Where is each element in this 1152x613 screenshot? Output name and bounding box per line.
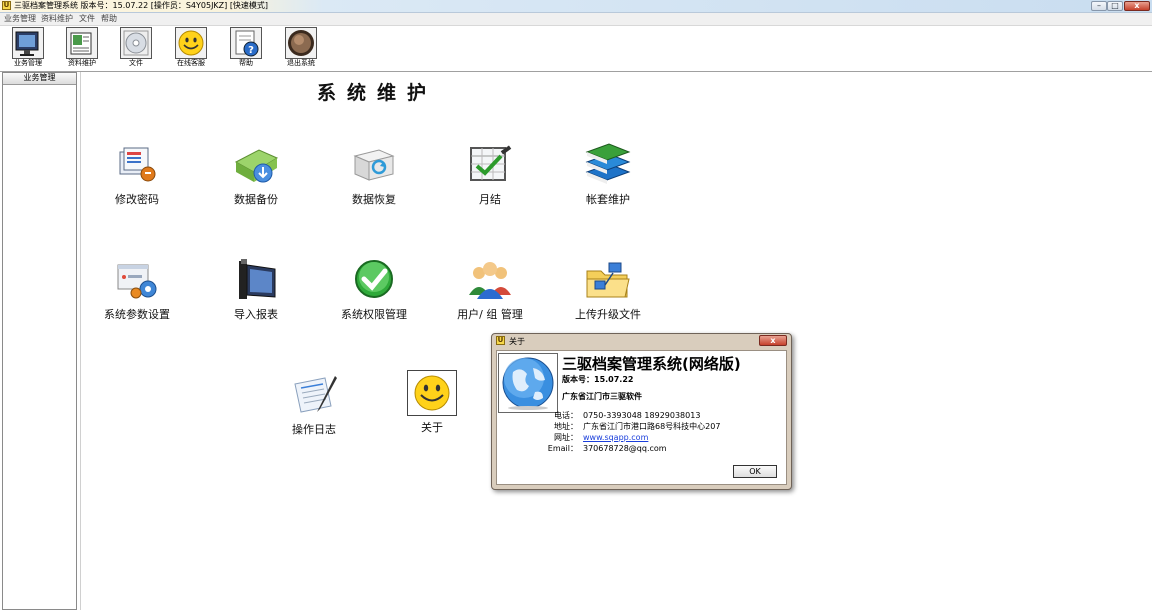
feature-permission-management[interactable]: 系统权限管理: [324, 257, 424, 322]
toolbar-label: 资料维护: [68, 59, 96, 67]
dialog-app-icon: U: [496, 336, 505, 345]
sidebar: 业务管理: [2, 72, 77, 610]
feature-label: 修改密码: [115, 193, 159, 206]
toolbar-label: 在线客服: [177, 59, 205, 67]
version-text: 版本号：15.07.22: [562, 375, 634, 384]
info-label: Email：: [547, 444, 578, 453]
info-value: 370678728@qq.com: [583, 444, 667, 453]
feature-month-end[interactable]: 月结: [440, 142, 540, 207]
feature-account-books[interactable]: 帐套维护: [558, 142, 658, 207]
menu-bar: 业务管理 资料维护 文件 帮助: [0, 13, 1152, 26]
feature-label: 月结: [479, 193, 501, 206]
permission-check-icon: [349, 257, 399, 303]
menu-item-help[interactable]: 帮助: [101, 13, 117, 25]
toolbar-help-button[interactable]: ? 帮助: [226, 27, 266, 70]
feature-label: 数据恢复: [352, 193, 396, 206]
product-name: 三驱档案管理系统(网络版): [562, 355, 741, 373]
window-title: 三驱档案管理系统 版本号：15.07.22 [操作员：S4Y05JKZ] [快速…: [14, 1, 269, 10]
toolbar-label: 业务管理: [14, 59, 42, 67]
sidebar-header-business[interactable]: 业务管理: [3, 73, 76, 85]
toolbar-exit-button[interactable]: 退出系统: [281, 27, 321, 70]
info-value: 广东省江门市港口路68号科技中心207: [583, 422, 721, 431]
window-titlebar[interactable]: U 三驱档案管理系统 版本号：15.07.22 [操作员：S4Y05JKZ] […: [0, 0, 1152, 13]
dialog-title: 关于: [509, 337, 525, 346]
app-icon: U: [2, 1, 11, 10]
account-books-icon: [583, 142, 633, 188]
data-backup-icon: [231, 142, 281, 188]
toolbar-label: 文件: [129, 59, 143, 67]
import-report-icon: [231, 257, 281, 303]
toolbar-file-button[interactable]: 文件: [116, 27, 156, 70]
dialog-close-button[interactable]: x: [759, 335, 787, 346]
upload-upgrade-icon: [583, 257, 633, 303]
feature-import-report[interactable]: 导入报表: [206, 257, 306, 322]
toolbar-label: 帮助: [239, 59, 253, 67]
website-link[interactable]: www.sqapp.com: [583, 432, 648, 443]
page-title: 系统维护: [317, 82, 438, 104]
feature-label: 操作日志: [292, 423, 336, 436]
disc-icon: [120, 27, 152, 59]
company-name: 广东省江门市三驱软件: [562, 392, 642, 401]
feature-upload-upgrade[interactable]: 上传升级文件: [558, 257, 658, 322]
toolbar-business-button[interactable]: 业务管理: [8, 27, 48, 70]
about-dialog: U 关于 x 三驱档案管理系统(网络版) 版本号：15.07.22 广东省江门市…: [491, 333, 792, 490]
about-smiley-icon: [407, 370, 457, 416]
info-value: 0750-3393048 18929038013: [583, 411, 701, 420]
svg-text:?: ?: [248, 45, 254, 56]
feature-operation-log[interactable]: 操作日志: [264, 372, 364, 437]
user-group-icon: [465, 257, 515, 303]
info-label: 地址：: [554, 422, 578, 431]
toolbar-online-service-button[interactable]: 在线客服: [171, 27, 211, 70]
close-window-button[interactable]: x: [1124, 1, 1150, 11]
feature-user-group-management[interactable]: 用户/ 组 管理: [440, 257, 540, 322]
monitor-icon: [12, 27, 44, 59]
info-label: 网址：: [554, 433, 578, 442]
feature-data-restore[interactable]: 数据恢复: [324, 142, 424, 207]
ok-button[interactable]: OK: [733, 465, 777, 478]
toolbar-data-maintenance-button[interactable]: 资料维护: [62, 27, 102, 70]
feature-system-settings[interactable]: 系统参数设置: [87, 257, 187, 322]
toolbar-label: 退出系统: [287, 59, 315, 67]
change-password-icon: [112, 142, 162, 188]
help-document-icon: ?: [230, 27, 262, 59]
feature-label: 系统权限管理: [341, 308, 407, 321]
smiley-icon: [175, 27, 207, 59]
book-edit-icon: [66, 27, 98, 59]
maximize-button[interactable]: □: [1107, 1, 1123, 11]
globe-icon: [498, 353, 558, 413]
feature-label: 系统参数设置: [104, 308, 170, 321]
menu-item-file[interactable]: 文件: [79, 13, 95, 25]
feature-label: 导入报表: [234, 308, 278, 321]
toolbar: 业务管理 资料维护 文件 在线客服 ? 帮助 退出系统: [0, 26, 1152, 72]
feature-label: 用户/ 组 管理: [457, 308, 523, 321]
feature-label: 帐套维护: [586, 193, 630, 206]
feature-label: 上传升级文件: [575, 308, 641, 321]
minimize-button[interactable]: –: [1091, 1, 1107, 11]
menu-item-business[interactable]: 业务管理: [4, 13, 36, 25]
dialog-body: 三驱档案管理系统(网络版) 版本号：15.07.22 广东省江门市三驱软件 电话…: [496, 350, 787, 485]
system-settings-icon: [112, 257, 162, 303]
data-restore-icon: [349, 142, 399, 188]
feature-label: 数据备份: [234, 193, 278, 206]
menu-item-data-maintenance[interactable]: 资料维护: [41, 13, 73, 25]
feature-about[interactable]: 关于: [382, 370, 482, 435]
feature-data-backup[interactable]: 数据备份: [206, 142, 306, 207]
feature-label: 关于: [421, 421, 443, 434]
operation-log-icon: [289, 372, 339, 418]
month-end-icon: [465, 142, 515, 188]
dialog-titlebar[interactable]: U 关于 x: [492, 334, 791, 348]
info-label: 电话：: [554, 411, 578, 420]
feature-change-password[interactable]: 修改密码: [87, 142, 187, 207]
exit-circle-icon: [285, 27, 317, 59]
